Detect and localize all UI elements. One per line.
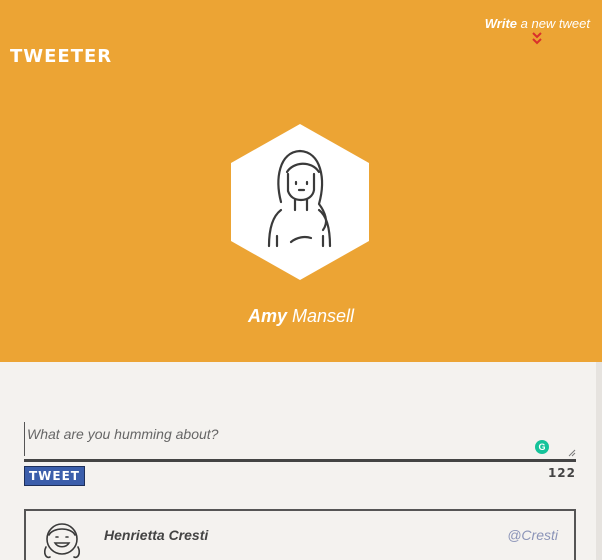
tweet-card[interactable]: Henrietta Cresti @Cresti	[24, 509, 576, 560]
write-link-strong: Write	[484, 16, 517, 31]
app-logo[interactable]: TWEETER	[10, 46, 112, 67]
tweet-input[interactable]	[24, 422, 564, 456]
tweet-composer: G	[24, 420, 576, 462]
character-counter: 122	[547, 466, 576, 480]
tweet-author-name[interactable]: Henrietta Cresti	[104, 527, 208, 543]
write-link-rest: a new tweet	[520, 16, 590, 31]
double-chevron-down-icon[interactable]	[530, 30, 544, 46]
profile-header: TWEETER Write a new tweet Amy Mansell	[0, 0, 602, 362]
profile-name: Amy Mansell	[0, 306, 602, 327]
profile-first-name: Amy	[247, 306, 287, 326]
tweet-author-avatar	[43, 523, 81, 559]
grammarly-icon[interactable]: G	[535, 440, 549, 454]
tweet-button[interactable]: TWEET	[24, 466, 85, 486]
profile-avatar	[231, 124, 369, 280]
page-scrollbar[interactable]	[596, 362, 602, 560]
write-new-tweet-link[interactable]: Write a new tweet	[485, 16, 590, 31]
tweet-author-handle[interactable]: @Cresti	[507, 527, 558, 543]
resize-grip-icon[interactable]	[568, 449, 576, 457]
profile-last-name: Mansell	[292, 306, 355, 326]
